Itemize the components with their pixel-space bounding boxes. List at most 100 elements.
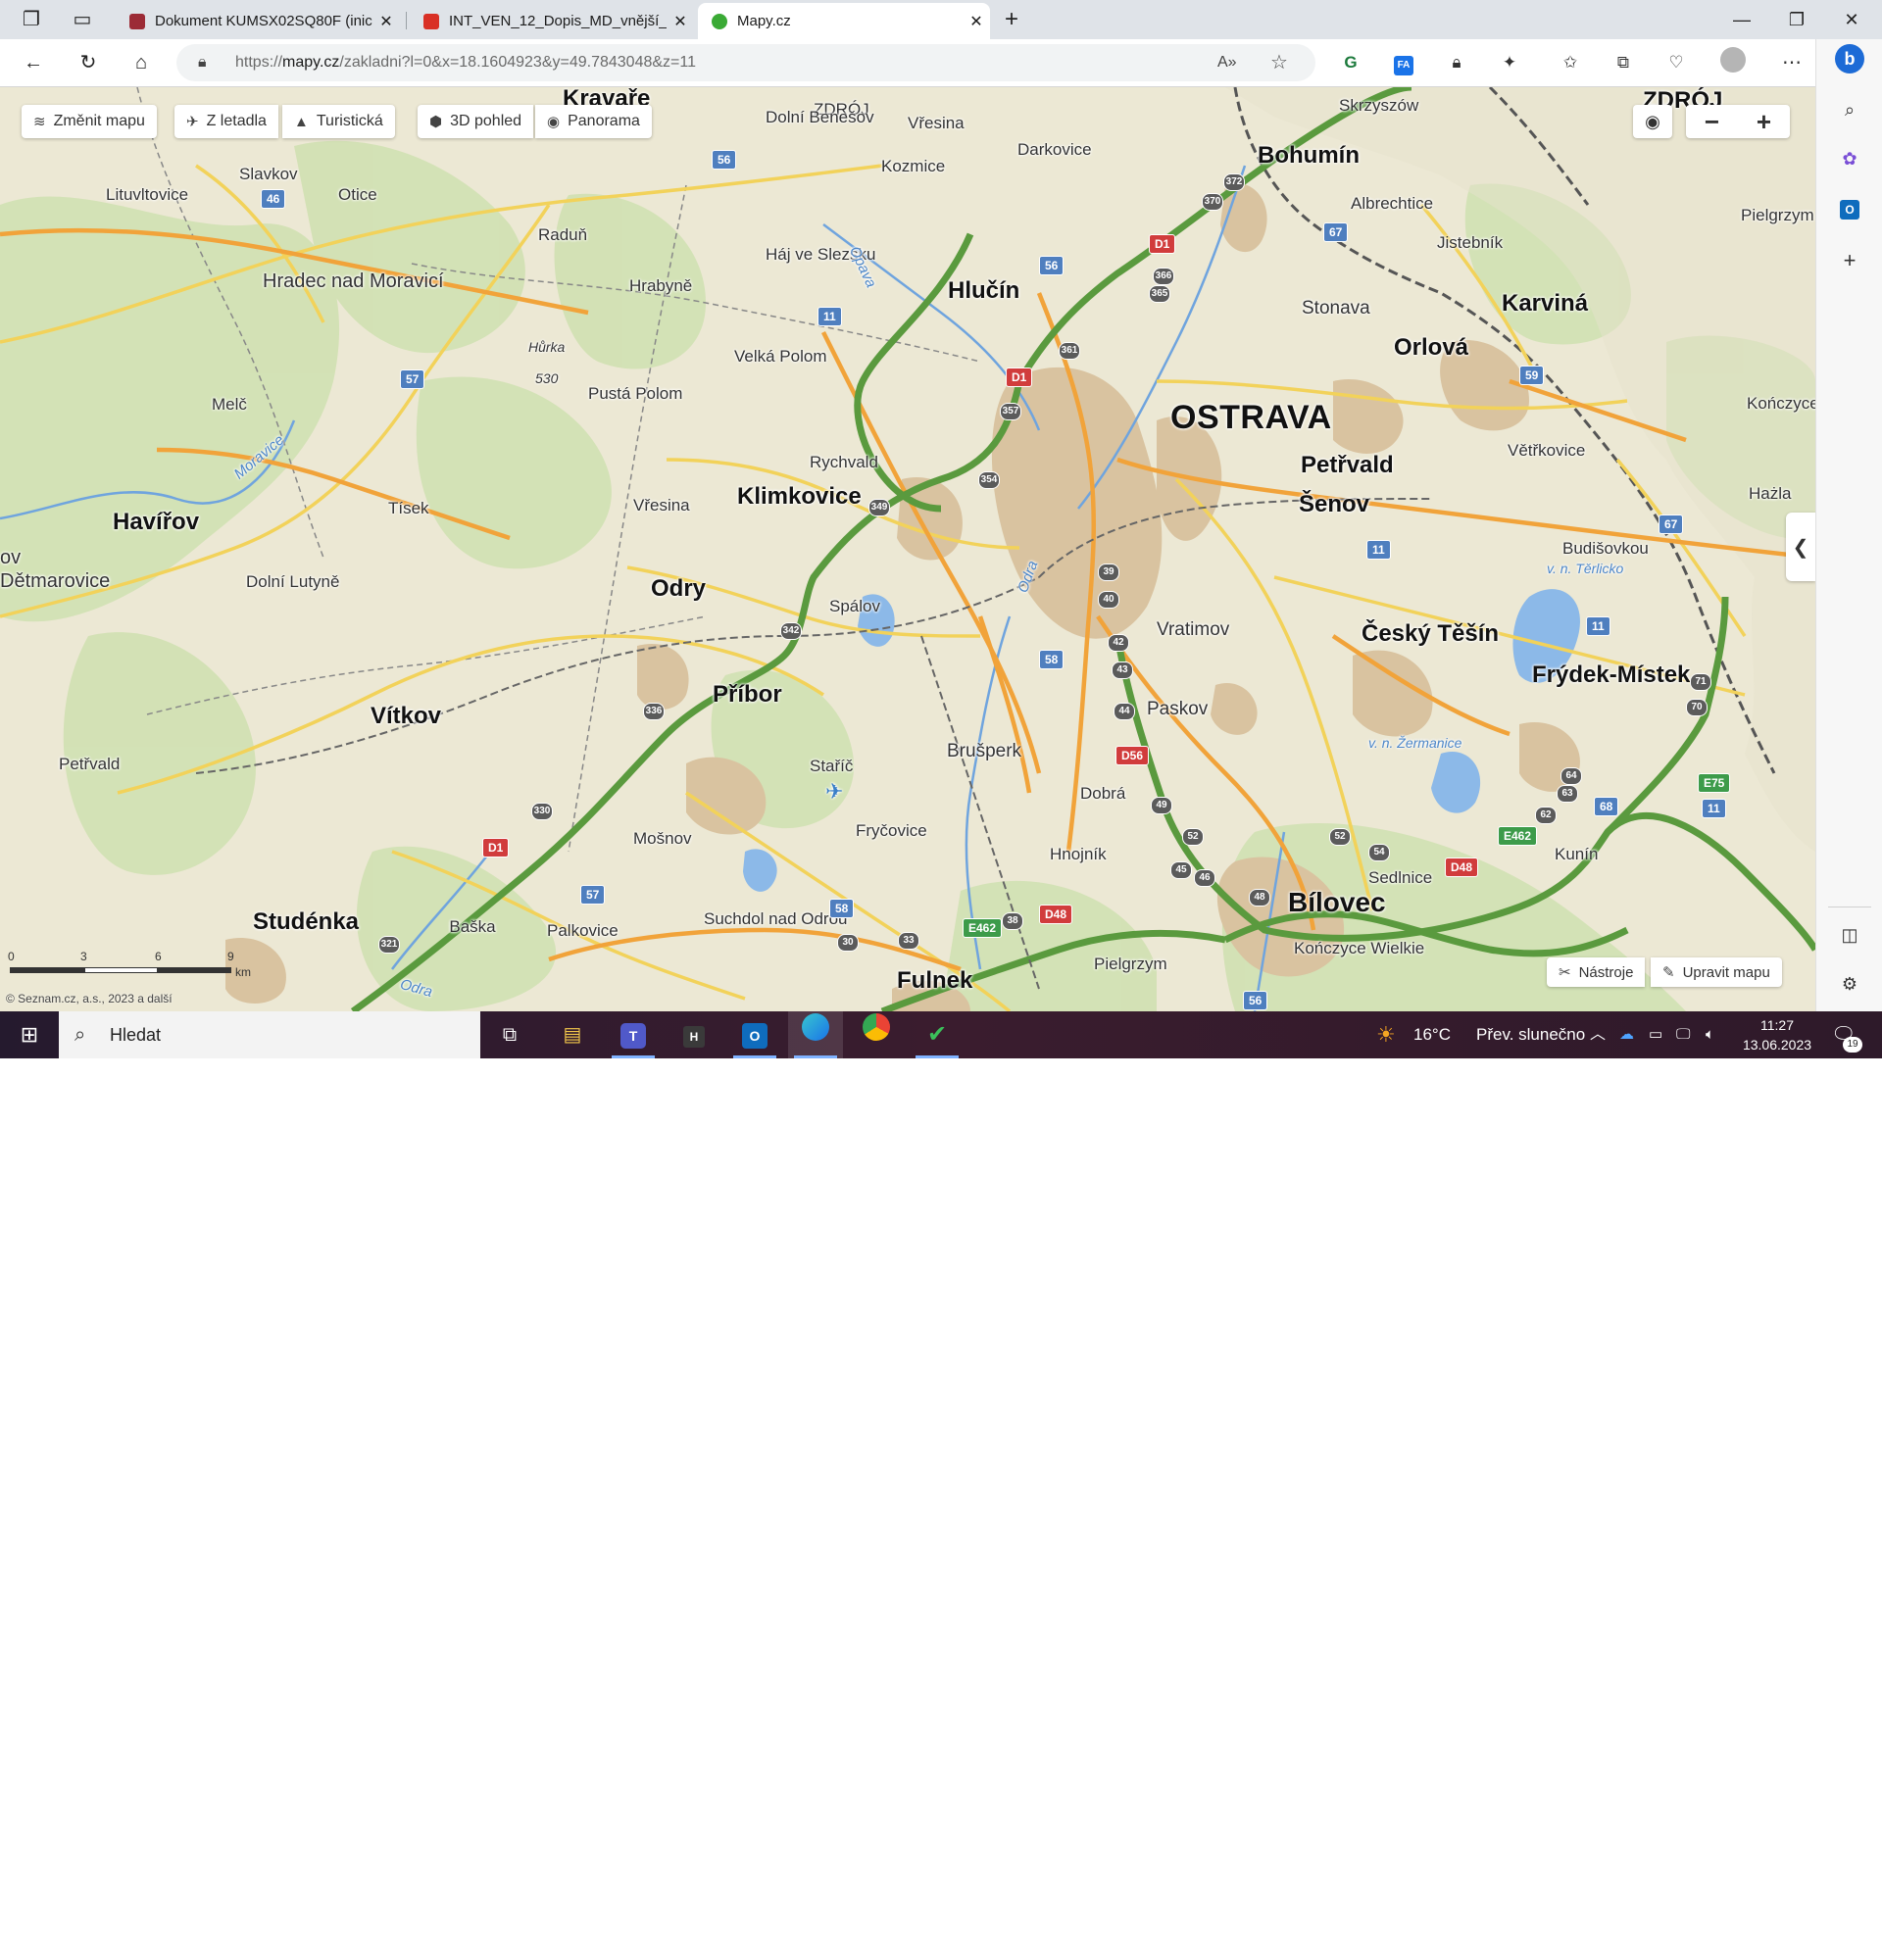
mapy-favicon-icon [712, 13, 727, 29]
collections-icon[interactable]: ⧉ [1608, 47, 1639, 78]
tools-button[interactable]: ✂ Nástroje [1547, 957, 1646, 987]
panorama-button[interactable]: ◉ Panorama [535, 105, 652, 138]
settings-icon[interactable]: ⚙ [1834, 968, 1865, 1000]
map-label: Hůrka [528, 339, 566, 355]
map-label: Palkovice [547, 921, 619, 940]
address-bar: ← ↻ ⌂ 🔒︎ https://mapy.cz/zakladni?l=0&x=… [0, 39, 1882, 87]
map-label: Klimkovice [737, 483, 862, 510]
url-text[interactable]: https://mapy.cz/zakladni?l=0&x=18.160492… [235, 44, 696, 81]
copilot-icon[interactable]: ✿ [1834, 143, 1865, 174]
road-shield: 11 [1366, 540, 1391, 560]
network-icon[interactable]: 🖵︎ [1676, 1011, 1690, 1058]
tools-icon: ✂ [1559, 964, 1571, 981]
search-icon: ⌕ [74, 1024, 86, 1046]
map-canvas[interactable]: ZDRÓJ Kravaře Skrzyszów ZDRÓJ Dolní Bene… [0, 87, 1815, 1011]
h-app-icon[interactable]: H [683, 1026, 705, 1048]
favorite-star-icon[interactable]: ☆ [1270, 44, 1288, 81]
more-options-icon[interactable]: ⋯ [1776, 47, 1808, 78]
map-label: Vítkov [371, 703, 442, 729]
collapse-panel-button[interactable]: ❮ [1786, 513, 1815, 581]
tab-title: Dokument KUMSX02SQ80F (inici [155, 13, 372, 29]
grammarly-extension-icon[interactable]: G [1335, 47, 1366, 78]
zoom-out-button[interactable]: − [1686, 107, 1738, 137]
zoom-controls: − + [1686, 105, 1790, 138]
tab-mapy[interactable]: Mapy.cz ✕ [698, 3, 990, 39]
cube-icon: ⬢ [429, 114, 443, 130]
outlook-icon[interactable]: O [1840, 200, 1859, 220]
edit-map-button[interactable]: ✎ Upravit mapu [1651, 957, 1782, 987]
close-tab-icon[interactable]: ✕ [667, 12, 694, 31]
tab-actions-icon[interactable]: ▭ [63, 0, 102, 39]
url-field[interactable]: 🔒︎ https://mapy.cz/zakladni?l=0&x=18.160… [176, 44, 1315, 81]
bing-icon[interactable]: b [1835, 44, 1864, 74]
aerial-label: Z letadla [206, 113, 267, 129]
edge-taskbar-icon[interactable] [802, 1013, 829, 1041]
3d-view-button[interactable]: ⬢ 3D pohled [418, 105, 534, 138]
locate-me-button[interactable]: ◉ [1633, 105, 1672, 138]
map-label: Suchdol nad Odrou [704, 909, 848, 928]
close-window-button[interactable]: ✕ [1825, 0, 1878, 39]
outlook-taskbar-icon[interactable]: O [742, 1023, 768, 1049]
chevron-up-icon[interactable]: ︿ [1590, 1011, 1606, 1058]
weather-desc[interactable]: Přev. slunečno [1476, 1011, 1585, 1058]
zoom-in-button[interactable]: + [1738, 107, 1790, 137]
back-button[interactable]: ← [14, 43, 53, 82]
chrome-taskbar-icon[interactable] [863, 1013, 890, 1041]
fa-extension-icon[interactable]: FA [1394, 56, 1413, 75]
restore-button[interactable]: ❐ [1770, 0, 1823, 39]
battery-icon[interactable]: ▭ [1649, 1011, 1662, 1058]
favorites-icon[interactable]: ✩ [1555, 47, 1586, 78]
scale-segment [158, 967, 231, 973]
tourist-map-button[interactable]: ▲ Turistická [282, 105, 395, 138]
url-prefix: https:// [235, 54, 283, 71]
map-label: Stonava [1302, 298, 1370, 318]
password-extension-icon[interactable]: 🔒︎ [1441, 47, 1472, 78]
split-screen-icon[interactable]: ◫ [1834, 919, 1865, 951]
new-tab-button[interactable]: + [992, 0, 1031, 39]
airport-icon: ✈ [825, 779, 844, 804]
close-tab-icon[interactable]: ✕ [372, 12, 400, 31]
exit-number: 43 [1112, 662, 1133, 679]
lock-icon[interactable]: 🔒︎ [198, 44, 207, 81]
checkmark-app-icon[interactable]: ✔ [910, 1011, 965, 1058]
minimize-button[interactable]: — [1715, 0, 1768, 39]
aerial-map-button[interactable]: ✈ Z letadla [174, 105, 278, 138]
weather-temp[interactable]: 16°C [1413, 1011, 1451, 1058]
teams-icon[interactable]: T [620, 1023, 646, 1049]
map-label: Háj ve Slezsku [766, 245, 876, 264]
start-button[interactable]: ⊞ [0, 1011, 59, 1058]
exit-number: 48 [1249, 889, 1270, 906]
task-view-icon[interactable]: ⧉ [482, 1011, 537, 1058]
tab-pdf[interactable]: INT_VEN_12_Dopis_MD_vnější_Sc ✕ [410, 3, 694, 39]
search-icon[interactable]: ⌕ [1834, 94, 1865, 125]
tab-dokument[interactable]: Dokument KUMSX02SQ80F (inici ✕ [116, 3, 400, 39]
exit-number: 349 [868, 499, 890, 516]
profile-avatar-icon[interactable] [1720, 47, 1746, 73]
taskbar-search[interactable]: ⌕ Hledat [59, 1011, 480, 1058]
map-label: Mošnov [633, 829, 692, 848]
onedrive-icon[interactable]: ☁ [1619, 1011, 1634, 1058]
home-button[interactable]: ⌂ [122, 43, 161, 82]
road-shield: D48 [1445, 858, 1479, 877]
clock[interactable]: 11:27 13.06.2023 [1733, 1015, 1821, 1054]
exit-number: 365 [1149, 285, 1170, 303]
close-tab-icon[interactable]: ✕ [963, 12, 990, 31]
map-label: Bohumín [1258, 142, 1360, 169]
exit-number: 52 [1182, 828, 1204, 846]
browser-essentials-icon[interactable]: ♡ [1660, 47, 1692, 78]
search-placeholder: Hledat [110, 1025, 162, 1045]
map-label: Sedlnice [1368, 868, 1433, 887]
workspaces-icon[interactable]: ❐ [12, 0, 51, 39]
read-aloud-icon[interactable]: A» [1217, 44, 1237, 81]
file-explorer-icon[interactable]: ▤ [545, 1011, 600, 1058]
volume-icon[interactable]: 🔈︎ [1706, 1011, 1714, 1058]
copyright[interactable]: © Seznam.cz, a.s., 2023 a další [6, 992, 173, 1005]
add-icon[interactable]: + [1834, 245, 1865, 276]
map-label: Dětmarovice [0, 570, 111, 592]
exit-number: 63 [1557, 785, 1578, 803]
exit-number: 330 [531, 803, 553, 820]
refresh-button[interactable]: ↻ [69, 43, 108, 82]
extensions-icon[interactable]: ✦ [1494, 47, 1525, 78]
weather-icon[interactable]: ☀ [1376, 1011, 1396, 1058]
change-map-button[interactable]: ≋ Změnit mapu [22, 105, 157, 138]
